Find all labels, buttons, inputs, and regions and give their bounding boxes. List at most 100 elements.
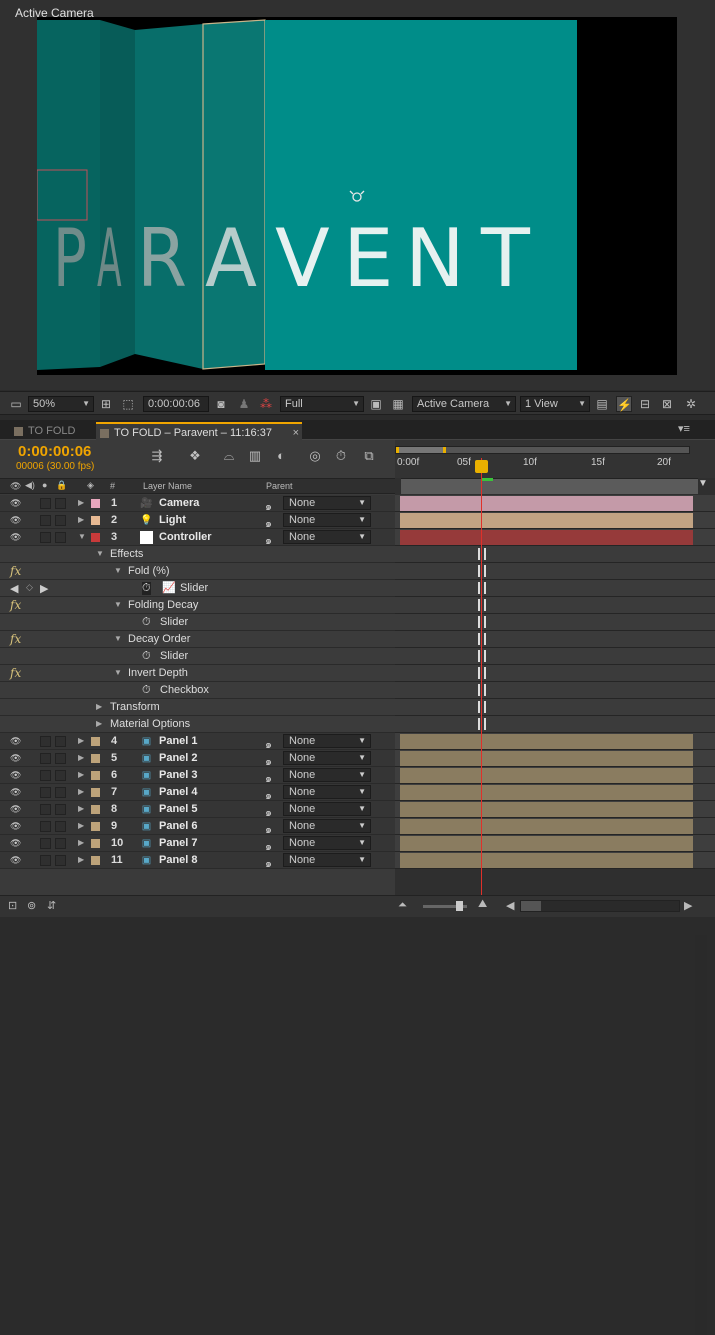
solo-box[interactable]: [40, 753, 51, 764]
time-navigator-handle[interactable]: [396, 447, 446, 453]
layer-switches-icon[interactable]: ⊡: [8, 899, 17, 912]
lock-box[interactable]: [55, 821, 66, 832]
property-row[interactable]: ⏱ Slider: [0, 614, 395, 631]
visibility-eye-icon[interactable]: 👁: [10, 498, 21, 509]
visibility-eye-icon[interactable]: 👁: [10, 532, 21, 543]
layer-row[interactable]: 👁 ▶ 5 ▣ Panel 2 ๑ None ▼: [0, 750, 395, 768]
effect-fx-icon[interactable]: fx: [10, 666, 21, 680]
expand-triangle-icon[interactable]: ▶: [78, 855, 84, 864]
column-layer-name[interactable]: Layer Name: [143, 481, 192, 491]
layer-name[interactable]: Panel 6: [159, 820, 198, 832]
effect-fx-icon[interactable]: fx: [10, 632, 21, 646]
layer-duration-bar[interactable]: [400, 751, 693, 766]
solo-box[interactable]: [40, 855, 51, 866]
solo-box[interactable]: [40, 498, 51, 509]
always-preview-icon[interactable]: ▭: [8, 396, 24, 412]
solo-box[interactable]: [40, 838, 51, 849]
view-layout-dropdown[interactable]: 1 View ▼: [520, 396, 590, 412]
track-row[interactable]: [395, 733, 715, 750]
flowchart-icon[interactable]: ⊠: [659, 396, 675, 412]
layer-duration-bar[interactable]: [400, 785, 693, 800]
label-color-swatch[interactable]: [91, 805, 100, 814]
audio-switch-icon[interactable]: ◀): [25, 480, 35, 491]
toggle-pixel-aspect-icon[interactable]: ▤: [594, 396, 610, 412]
timeline-icon[interactable]: ⊟: [637, 396, 653, 412]
lock-box[interactable]: [55, 515, 66, 526]
solo-box[interactable]: [40, 804, 51, 815]
expand-triangle-icon[interactable]: ▼: [96, 549, 104, 558]
property-name[interactable]: Slider: [160, 650, 188, 662]
stopwatch-icon[interactable]: ⏱: [142, 650, 151, 663]
layer-duration-bar[interactable]: [400, 819, 693, 834]
lock-box[interactable]: [55, 855, 66, 866]
property-group-row[interactable]: ▼ Effects: [0, 546, 395, 563]
panel-menu-icon[interactable]: ▾≡: [678, 422, 690, 435]
snapshot-camera-icon[interactable]: ◙: [213, 396, 229, 412]
track-row[interactable]: [395, 580, 715, 597]
layer-duration-bar[interactable]: [400, 836, 693, 851]
lock-box[interactable]: [55, 770, 66, 781]
expand-triangle-icon[interactable]: ▼: [114, 566, 122, 575]
track-row[interactable]: [395, 631, 715, 648]
solo-box[interactable]: [40, 532, 51, 543]
visibility-eye-icon[interactable]: 👁: [10, 804, 21, 815]
property-name[interactable]: Transform: [110, 701, 160, 713]
track-row[interactable]: [395, 716, 715, 733]
tab-to-fold-paravent[interactable]: TO FOLD – Paravent – 11:16:37 ×: [96, 422, 302, 440]
layer-duration-bar[interactable]: [400, 768, 693, 783]
property-row[interactable]: ⏱ Slider: [0, 648, 395, 665]
layer-duration-bar[interactable]: [400, 853, 693, 868]
expand-triangle-icon[interactable]: ▶: [78, 821, 84, 830]
track-row[interactable]: [395, 614, 715, 631]
layer-row[interactable]: 👁 ▶ 1 🎥 Camera ๑ None ▼: [0, 495, 395, 513]
show-snapshot-icon[interactable]: ♟: [236, 396, 252, 412]
playhead-line[interactable]: [481, 458, 482, 898]
layer-duration-bar[interactable]: [400, 734, 693, 749]
property-group-row[interactable]: fx ▼ Folding Decay: [0, 597, 395, 614]
property-name[interactable]: Checkbox: [160, 684, 209, 696]
parent-dropdown[interactable]: None ▼: [283, 819, 371, 833]
layer-row[interactable]: 👁 ▶ 7 ▣ Panel 4 ๑ None ▼: [0, 784, 395, 802]
layer-duration-bar[interactable]: [400, 496, 693, 511]
property-name[interactable]: Material Options: [110, 718, 190, 730]
parent-dropdown[interactable]: None ▼: [283, 530, 371, 544]
label-color-swatch[interactable]: [91, 856, 100, 865]
expand-triangle-icon[interactable]: ▶: [78, 804, 84, 813]
label-color-swatch[interactable]: [91, 516, 100, 525]
lock-box[interactable]: [55, 532, 66, 543]
property-group-row[interactable]: fx ▼ Invert Depth: [0, 665, 395, 682]
scroll-right-icon[interactable]: ▶: [684, 899, 692, 912]
parent-dropdown[interactable]: None ▼: [283, 836, 371, 850]
fast-previews-icon[interactable]: ⚡: [616, 396, 632, 412]
zoom-slider-thumb[interactable]: [456, 901, 463, 911]
channels-rgb-icon[interactable]: ⁂: [258, 396, 274, 412]
frame-blending-icon[interactable]: ▥: [246, 448, 264, 466]
comp-mini-flowchart-icon[interactable]: ⇶: [148, 448, 166, 466]
draft-3d-icon[interactable]: ❖: [186, 448, 204, 466]
parent-dropdown[interactable]: None ▼: [283, 513, 371, 527]
property-name[interactable]: Folding Decay: [128, 599, 198, 611]
label-color-swatch[interactable]: [91, 737, 100, 746]
exposure-icon[interactable]: ✲: [683, 396, 699, 412]
lock-box[interactable]: [55, 736, 66, 747]
layer-row[interactable]: 👁 ▶ 6 ▣ Panel 3 ๑ None ▼: [0, 767, 395, 785]
label-color-swatch[interactable]: [91, 822, 100, 831]
label-color-swatch[interactable]: [91, 754, 100, 763]
property-name[interactable]: Fold (%): [128, 565, 170, 577]
effect-fx-icon[interactable]: fx: [10, 598, 21, 612]
solo-switch-icon[interactable]: ●: [42, 480, 47, 490]
layer-row[interactable]: 👁 ▶ 10 ▣ Panel 7 ๑ None ▼: [0, 835, 395, 853]
visibility-eye-icon[interactable]: 👁: [10, 770, 21, 781]
safe-zones-icon[interactable]: ⊞: [98, 396, 114, 412]
layer-name[interactable]: Panel 3: [159, 769, 198, 781]
layer-name[interactable]: Panel 8: [159, 854, 198, 866]
solo-box[interactable]: [40, 515, 51, 526]
brainstorm-icon[interactable]: ◎: [306, 448, 324, 466]
timeline-current-time[interactable]: 0:00:00:06: [18, 443, 91, 460]
property-group-row[interactable]: fx ▼ Decay Order: [0, 631, 395, 648]
track-row[interactable]: [395, 546, 715, 563]
label-tag-icon[interactable]: ◈: [87, 480, 94, 491]
property-name[interactable]: Effects: [110, 548, 143, 560]
pickwhip-icon[interactable]: ๑: [265, 854, 272, 872]
track-row[interactable]: [395, 801, 715, 818]
